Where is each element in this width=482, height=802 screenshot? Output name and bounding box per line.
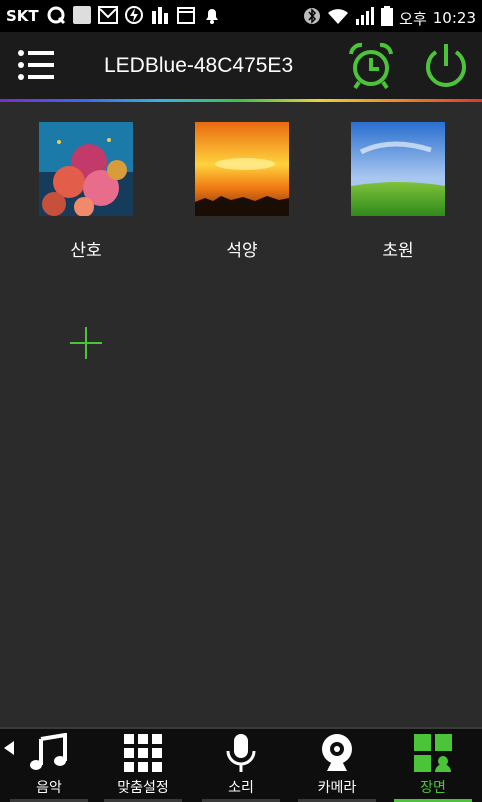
scene-label: 석양	[226, 241, 258, 261]
alarm-clock-icon	[349, 42, 393, 90]
tab-label: 장면	[420, 780, 446, 796]
bluetooth-icon	[303, 6, 321, 30]
signal-icon	[355, 7, 375, 29]
music-note-icon	[30, 733, 67, 770]
tab-label: 소리	[228, 780, 254, 796]
webcam-icon	[322, 734, 352, 771]
list-menu-icon	[18, 50, 54, 80]
scene-icon	[414, 734, 452, 772]
status-right: 오후 10:23	[303, 6, 476, 30]
tab-scene[interactable]: 장면	[388, 729, 478, 802]
device-title: LEDBlue-48C475E3	[104, 54, 294, 77]
clock-time: 10:23	[432, 9, 476, 27]
bell-icon	[202, 5, 222, 25]
battery-icon	[381, 6, 394, 30]
bottom-tab-bar: 음악 맞춤설정 소리 카메라 장면	[0, 727, 482, 802]
rainbow-divider	[0, 99, 482, 102]
q-app-icon	[46, 5, 66, 25]
tab-label: 맞춤설정	[117, 780, 169, 796]
mail-icon	[98, 5, 118, 25]
status-bar: SKT 오후 10:23	[0, 0, 482, 32]
sunset-image	[195, 122, 289, 216]
add-scene-button[interactable]	[68, 325, 104, 361]
microphone-icon	[226, 734, 256, 772]
notification-icons	[46, 5, 222, 25]
wifi-icon	[327, 7, 349, 29]
power-button[interactable]	[420, 40, 472, 92]
scene-meadow[interactable]: 초원	[351, 122, 445, 261]
menu-button[interactable]	[16, 48, 56, 82]
tab-music[interactable]: 음악	[4, 729, 94, 802]
tab-camera[interactable]: 카메라	[292, 729, 382, 802]
plus-icon	[70, 327, 102, 359]
blank-app-icon	[72, 5, 92, 25]
carrier-label: SKT	[6, 7, 39, 25]
coral-reef-image	[39, 122, 133, 216]
flash-icon	[124, 5, 144, 25]
scene-sunset[interactable]: 석양	[195, 122, 289, 261]
tab-label: 음악	[36, 780, 62, 796]
scene-coral[interactable]: 산호	[39, 122, 133, 261]
power-icon	[426, 44, 466, 87]
scene-label: 초원	[382, 241, 414, 261]
tab-sound[interactable]: 소리	[196, 729, 286, 802]
alarm-button[interactable]	[348, 42, 394, 90]
ampm-label: 오후	[399, 9, 427, 28]
app-header: LEDBlue-48C475E3	[0, 32, 482, 99]
tab-label: 카메라	[317, 780, 357, 796]
calendar-icon	[176, 5, 196, 25]
grid-icon	[124, 734, 162, 772]
meadow-image	[351, 122, 445, 216]
tab-custom[interactable]: 맞춤설정	[98, 729, 188, 802]
bars-app-icon	[150, 5, 170, 25]
scene-label: 산호	[70, 241, 102, 261]
